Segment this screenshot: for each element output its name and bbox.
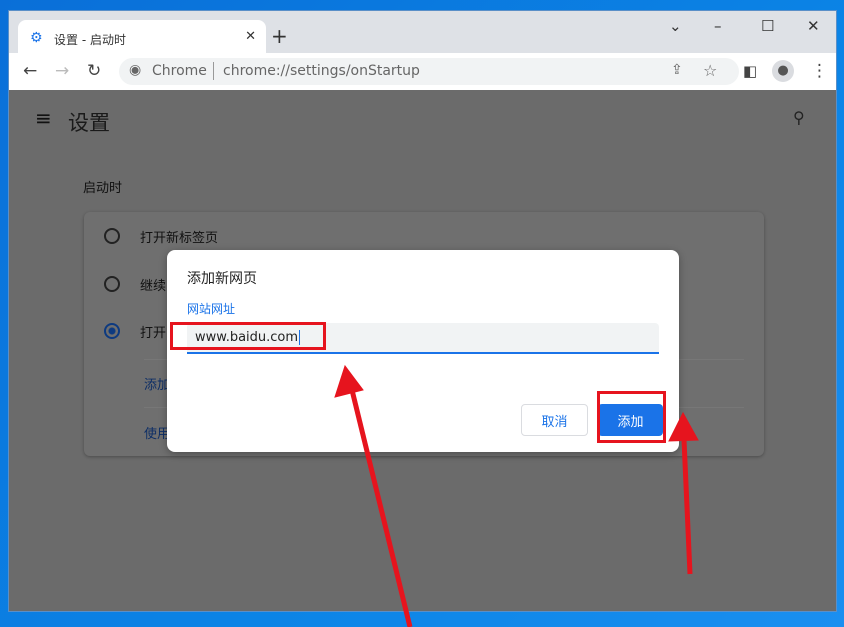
arrow-head-input-icon — [334, 364, 364, 398]
annotation-arrows — [334, 364, 699, 627]
arrow-head-add-icon — [668, 411, 699, 442]
arrow-to-add — [681, 439, 693, 575]
arrow-to-input — [349, 389, 413, 627]
